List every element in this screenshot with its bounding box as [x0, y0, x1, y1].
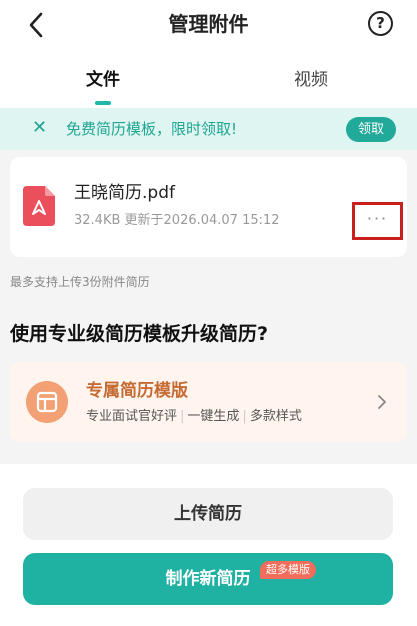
upload-limit-note: 最多支持上传3份附件简历 — [10, 275, 150, 289]
more-templates-badge: 超多模版 — [260, 561, 316, 579]
chevron-right-icon — [378, 395, 386, 409]
tab-video[interactable]: 视频 — [294, 68, 328, 92]
upload-resume-button[interactable]: 上传简历 — [23, 488, 393, 540]
feature-divider: | — [242, 409, 247, 424]
promo-heading: 使用专业级简历模板升级简历? — [10, 323, 269, 345]
active-tab-indicator — [95, 101, 111, 105]
header-bar: 管理附件 ? — [0, 0, 417, 50]
template-title: 专属简历模版 — [86, 381, 188, 401]
tab-files[interactable]: 文件 — [86, 68, 120, 92]
page-title: 管理附件 — [168, 12, 249, 36]
tab-bar: 文件 视频 — [0, 50, 417, 108]
help-icon[interactable]: ? — [368, 11, 393, 36]
template-card[interactable]: 专属简历模版 专业面试官好评 | 一键生成 | 多款样式 — [10, 362, 407, 442]
more-options-button[interactable]: ··· — [352, 202, 403, 240]
promo-banner: ✕ 免费简历模板，限时领取! 领取 — [0, 108, 417, 150]
close-icon[interactable]: ✕ — [32, 117, 47, 139]
template-features: 专业面试官好评 | 一键生成 | 多款样式 — [86, 408, 302, 426]
file-meta: 32.4KB 更新于2026.04.07 15:12 — [74, 213, 280, 228]
template-layout-icon — [26, 381, 68, 423]
more-dots-icon: ··· — [366, 209, 389, 228]
feature-item: 一键生成 — [187, 409, 240, 424]
feature-item: 多款样式 — [249, 409, 302, 424]
claim-button[interactable]: 领取 — [346, 117, 396, 142]
banner-text: 免费简历模板，限时领取! — [66, 120, 238, 138]
file-name: 王晓简历.pdf — [74, 183, 175, 203]
feature-item: 专业面试官好评 — [86, 409, 178, 424]
pdf-file-icon — [23, 186, 55, 226]
attachment-card[interactable]: 王晓简历.pdf 32.4KB 更新于2026.04.07 15:12 ··· — [10, 157, 407, 257]
feature-divider: | — [180, 409, 185, 424]
create-resume-button[interactable]: 制作新简历 — [23, 553, 393, 605]
